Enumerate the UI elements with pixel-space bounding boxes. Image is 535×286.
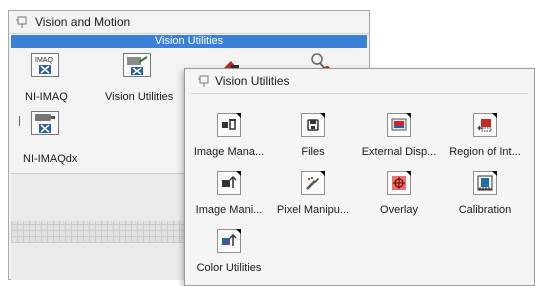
item-label: External Disp... [361,146,437,158]
image-management-icon [217,113,241,137]
palette-title: Vision and Motion [35,15,131,29]
pin-icon[interactable] [197,74,211,88]
files-icon [301,113,325,137]
ni-imaqdx-icon[interactable] [31,111,59,135]
cursor-marker [19,116,20,126]
color-utilities-icon [217,229,241,253]
palette-titlebar: Vision and Motion [9,11,369,34]
palette-item-calibration[interactable]: Calibration [445,167,525,219]
vision-utilities-label: Vision Utilities [105,91,174,103]
image-manipulation-icon [217,171,241,195]
item-label: Files [301,146,325,158]
svg-text:IMAQ: IMAQ [35,57,53,64]
palette-item-color-utilities[interactable]: Color Utilities [189,225,269,277]
item-label: Color Utilities [196,262,262,274]
item-label: Calibration [458,204,512,216]
popup-title: Vision Utilities [215,74,290,88]
vision-utilities-icon[interactable] [123,53,151,77]
palette-item-external-display[interactable]: External Disp... [359,109,439,161]
vision-utilities-popup: Vision Utilities Image Mana... Files Ext… [184,68,535,286]
calibration-icon [473,171,497,195]
popup-titlebar: Vision Utilities [185,69,534,91]
palette-item-image-management[interactable]: Image Mana... [189,109,269,161]
diagram-grid [11,221,185,243]
region-of-interest-icon [473,113,497,137]
item-label: Overlay [380,204,418,216]
palette-item-image-manipulation[interactable]: Image Mani... [189,167,269,219]
item-label: Image Mana... [193,146,265,158]
pixel-manipulation-icon [301,171,325,195]
item-label: Pixel Manipu... [276,204,350,216]
item-label: Image Mani... [195,204,263,216]
block-diagram-area [11,173,185,280]
pin-icon[interactable] [15,15,29,29]
divider [191,93,528,94]
palette-item-overlay[interactable]: Overlay [359,167,439,219]
palette-item-pixel-manipulation[interactable]: Pixel Manipu... [273,167,353,219]
ni-imaqdx-label: NI-IMAQdx [23,153,78,165]
external-display-icon [387,113,411,137]
selected-category-bar[interactable]: Vision Utilities [11,35,367,48]
ni-imaq-label: NI-IMAQ [25,91,68,103]
palette-item-region-of-interest[interactable]: Region of Int... [445,109,525,161]
palette-item-files[interactable]: Files [273,109,353,161]
item-label: Region of Int... [449,146,521,158]
ni-imaq-icon[interactable]: IMAQ [31,53,59,77]
overlay-icon [387,171,411,195]
